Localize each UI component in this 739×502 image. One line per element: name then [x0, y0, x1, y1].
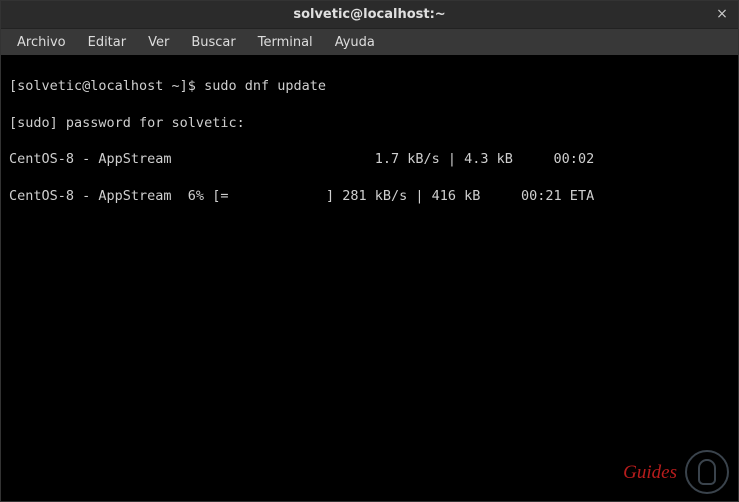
- menu-editar[interactable]: Editar: [78, 32, 137, 53]
- terminal-line: CentOS-8 - AppStream 6% [= ] 281 kB/s | …: [9, 187, 730, 205]
- watermark-logo-icon: [685, 450, 729, 494]
- window-title: solvetic@localhost:~: [293, 7, 445, 22]
- menu-ayuda[interactable]: Ayuda: [325, 32, 385, 53]
- watermark-text: Guides: [623, 462, 677, 484]
- menu-buscar[interactable]: Buscar: [181, 32, 245, 53]
- menu-terminal[interactable]: Terminal: [248, 32, 323, 53]
- menu-ver[interactable]: Ver: [138, 32, 179, 53]
- terminal-output[interactable]: [solvetic@localhost ~]$ sudo dnf update …: [1, 55, 738, 501]
- terminal-line: [sudo] password for solvetic:: [9, 114, 730, 132]
- close-icon[interactable]: ×: [714, 7, 730, 21]
- menubar: Archivo Editar Ver Buscar Terminal Ayuda: [1, 29, 738, 55]
- titlebar[interactable]: solvetic@localhost:~ ×: [1, 1, 738, 29]
- menu-archivo[interactable]: Archivo: [7, 32, 76, 53]
- terminal-window: solvetic@localhost:~ × Archivo Editar Ve…: [0, 0, 739, 502]
- terminal-line: CentOS-8 - AppStream 1.7 kB/s | 4.3 kB 0…: [9, 150, 730, 168]
- terminal-line: [solvetic@localhost ~]$ sudo dnf update: [9, 77, 730, 95]
